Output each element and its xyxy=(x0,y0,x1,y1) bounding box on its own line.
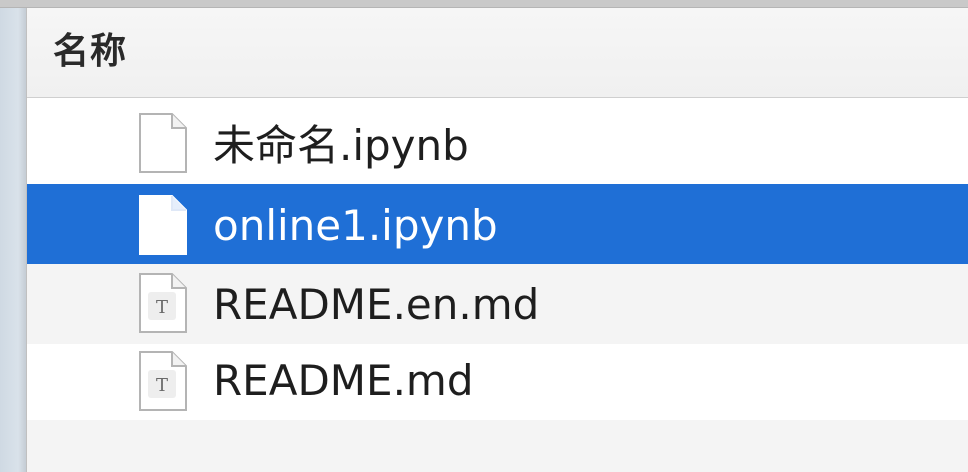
text-document-icon: T xyxy=(139,273,187,333)
window-top-edge xyxy=(0,0,968,8)
file-row[interactable]: 未命名.ipynb xyxy=(27,100,968,184)
file-name: online1.ipynb xyxy=(213,201,498,250)
empty-list-area[interactable] xyxy=(27,420,968,472)
file-name: README.en.md xyxy=(213,280,540,329)
blank-document-icon xyxy=(139,113,187,173)
file-row[interactable]: T README.en.md xyxy=(27,264,968,344)
file-name: README.md xyxy=(213,356,474,405)
text-glyph: T xyxy=(156,297,168,318)
text-document-icon: T xyxy=(139,351,187,411)
file-list: 未命名.ipynb online1.ipynb T README.en.md T… xyxy=(27,100,968,420)
blank-document-icon xyxy=(139,195,187,255)
text-glyph: T xyxy=(156,375,168,396)
file-name: 未命名.ipynb xyxy=(213,121,469,170)
file-row-selected[interactable]: online1.ipynb xyxy=(27,184,968,264)
sidebar-edge xyxy=(0,8,27,472)
column-header-name[interactable]: 名称 xyxy=(27,8,968,98)
file-row[interactable]: T README.md xyxy=(27,344,968,420)
finder-window: 名称 未命名.ipynb online1.ipynb T README.en.m… xyxy=(0,0,968,472)
column-header-label: 名称 xyxy=(53,31,128,72)
